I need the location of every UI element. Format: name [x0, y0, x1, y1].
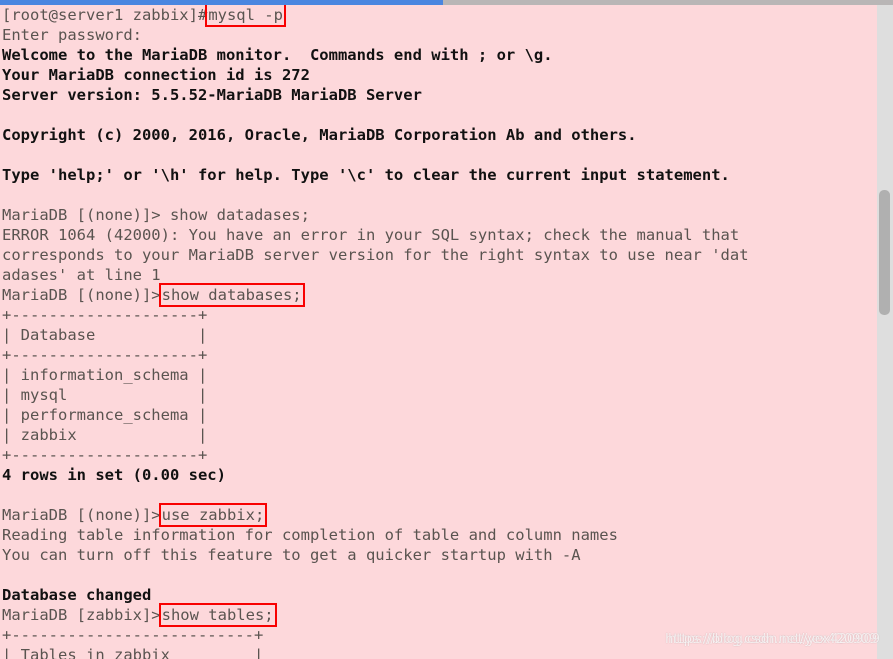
shell-prompt: MariaDB [zabbix]> [2, 606, 161, 624]
terminal-line: You can turn off this feature to get a q… [2, 546, 581, 564]
highlighted-command: show tables; [161, 606, 274, 624]
terminal-line: ERROR 1064 (42000): You have an error in… [2, 226, 740, 244]
terminal-line: MariaDB [(none)]>use zabbix; [0, 505, 877, 525]
terminal-line: +--------------------------+ [2, 626, 264, 644]
terminal-line: MariaDB [(none)]> show datadases; [2, 206, 310, 224]
terminal-line: +--------------------+ [2, 306, 208, 324]
terminal-line: | Tables in zabbix | [2, 646, 264, 659]
terminal-line: Reading table information for completion… [2, 526, 618, 544]
terminal-line: Enter password: [2, 26, 142, 44]
terminal-line: | mysql | [2, 386, 208, 404]
shell-prompt: MariaDB [(none)]> [2, 506, 161, 524]
vertical-scrollbar-thumb[interactable] [879, 190, 890, 315]
terminal-line: Server version: 5.5.52-MariaDB MariaDB S… [2, 86, 422, 104]
shell-prompt: MariaDB [(none)]> [2, 286, 161, 304]
terminal-line: adases' at line 1 [2, 266, 161, 284]
terminal-line: +--------------------+ [2, 446, 208, 464]
terminal-output[interactable]: [root@server1 zabbix]#mysql -p Enter pass… [0, 5, 877, 659]
terminal-line: | information_schema | [2, 366, 208, 384]
highlighted-command: mysql -p [208, 6, 283, 24]
terminal-line: Welcome to the MariaDB monitor. Commands… [2, 46, 553, 64]
terminal-line: Database changed [2, 586, 152, 604]
terminal-line: MariaDB [zabbix]>show tables; [0, 605, 877, 625]
terminal-line: [root@server1 zabbix]#mysql -p [0, 5, 877, 25]
terminal-line: +--------------------+ [2, 346, 208, 364]
shell-prompt: [root@server1 zabbix]# [2, 6, 208, 24]
terminal-line: | Database | [2, 326, 208, 344]
highlighted-command: use zabbix; [161, 506, 265, 524]
terminal-line: Copyright (c) 2000, 2016, Oracle, MariaD… [2, 126, 637, 144]
terminal-line: 4 rows in set (0.00 sec) [2, 466, 226, 484]
terminal-line: corresponds to your MariaDB server versi… [2, 246, 749, 264]
terminal-line: MariaDB [(none)]>show databases; [0, 285, 877, 305]
terminal-line: Type 'help;' or '\h' for help. Type '\c'… [2, 166, 730, 184]
terminal-line: | zabbix | [2, 426, 208, 444]
highlighted-command: show databases; [161, 286, 302, 304]
vertical-scrollbar-track[interactable] [877, 5, 893, 659]
terminal-window: [root@server1 zabbix]#mysql -p Enter pass… [0, 0, 893, 659]
terminal-line: Your MariaDB connection id is 272 [2, 66, 310, 84]
terminal-line: | performance_schema | [2, 406, 208, 424]
